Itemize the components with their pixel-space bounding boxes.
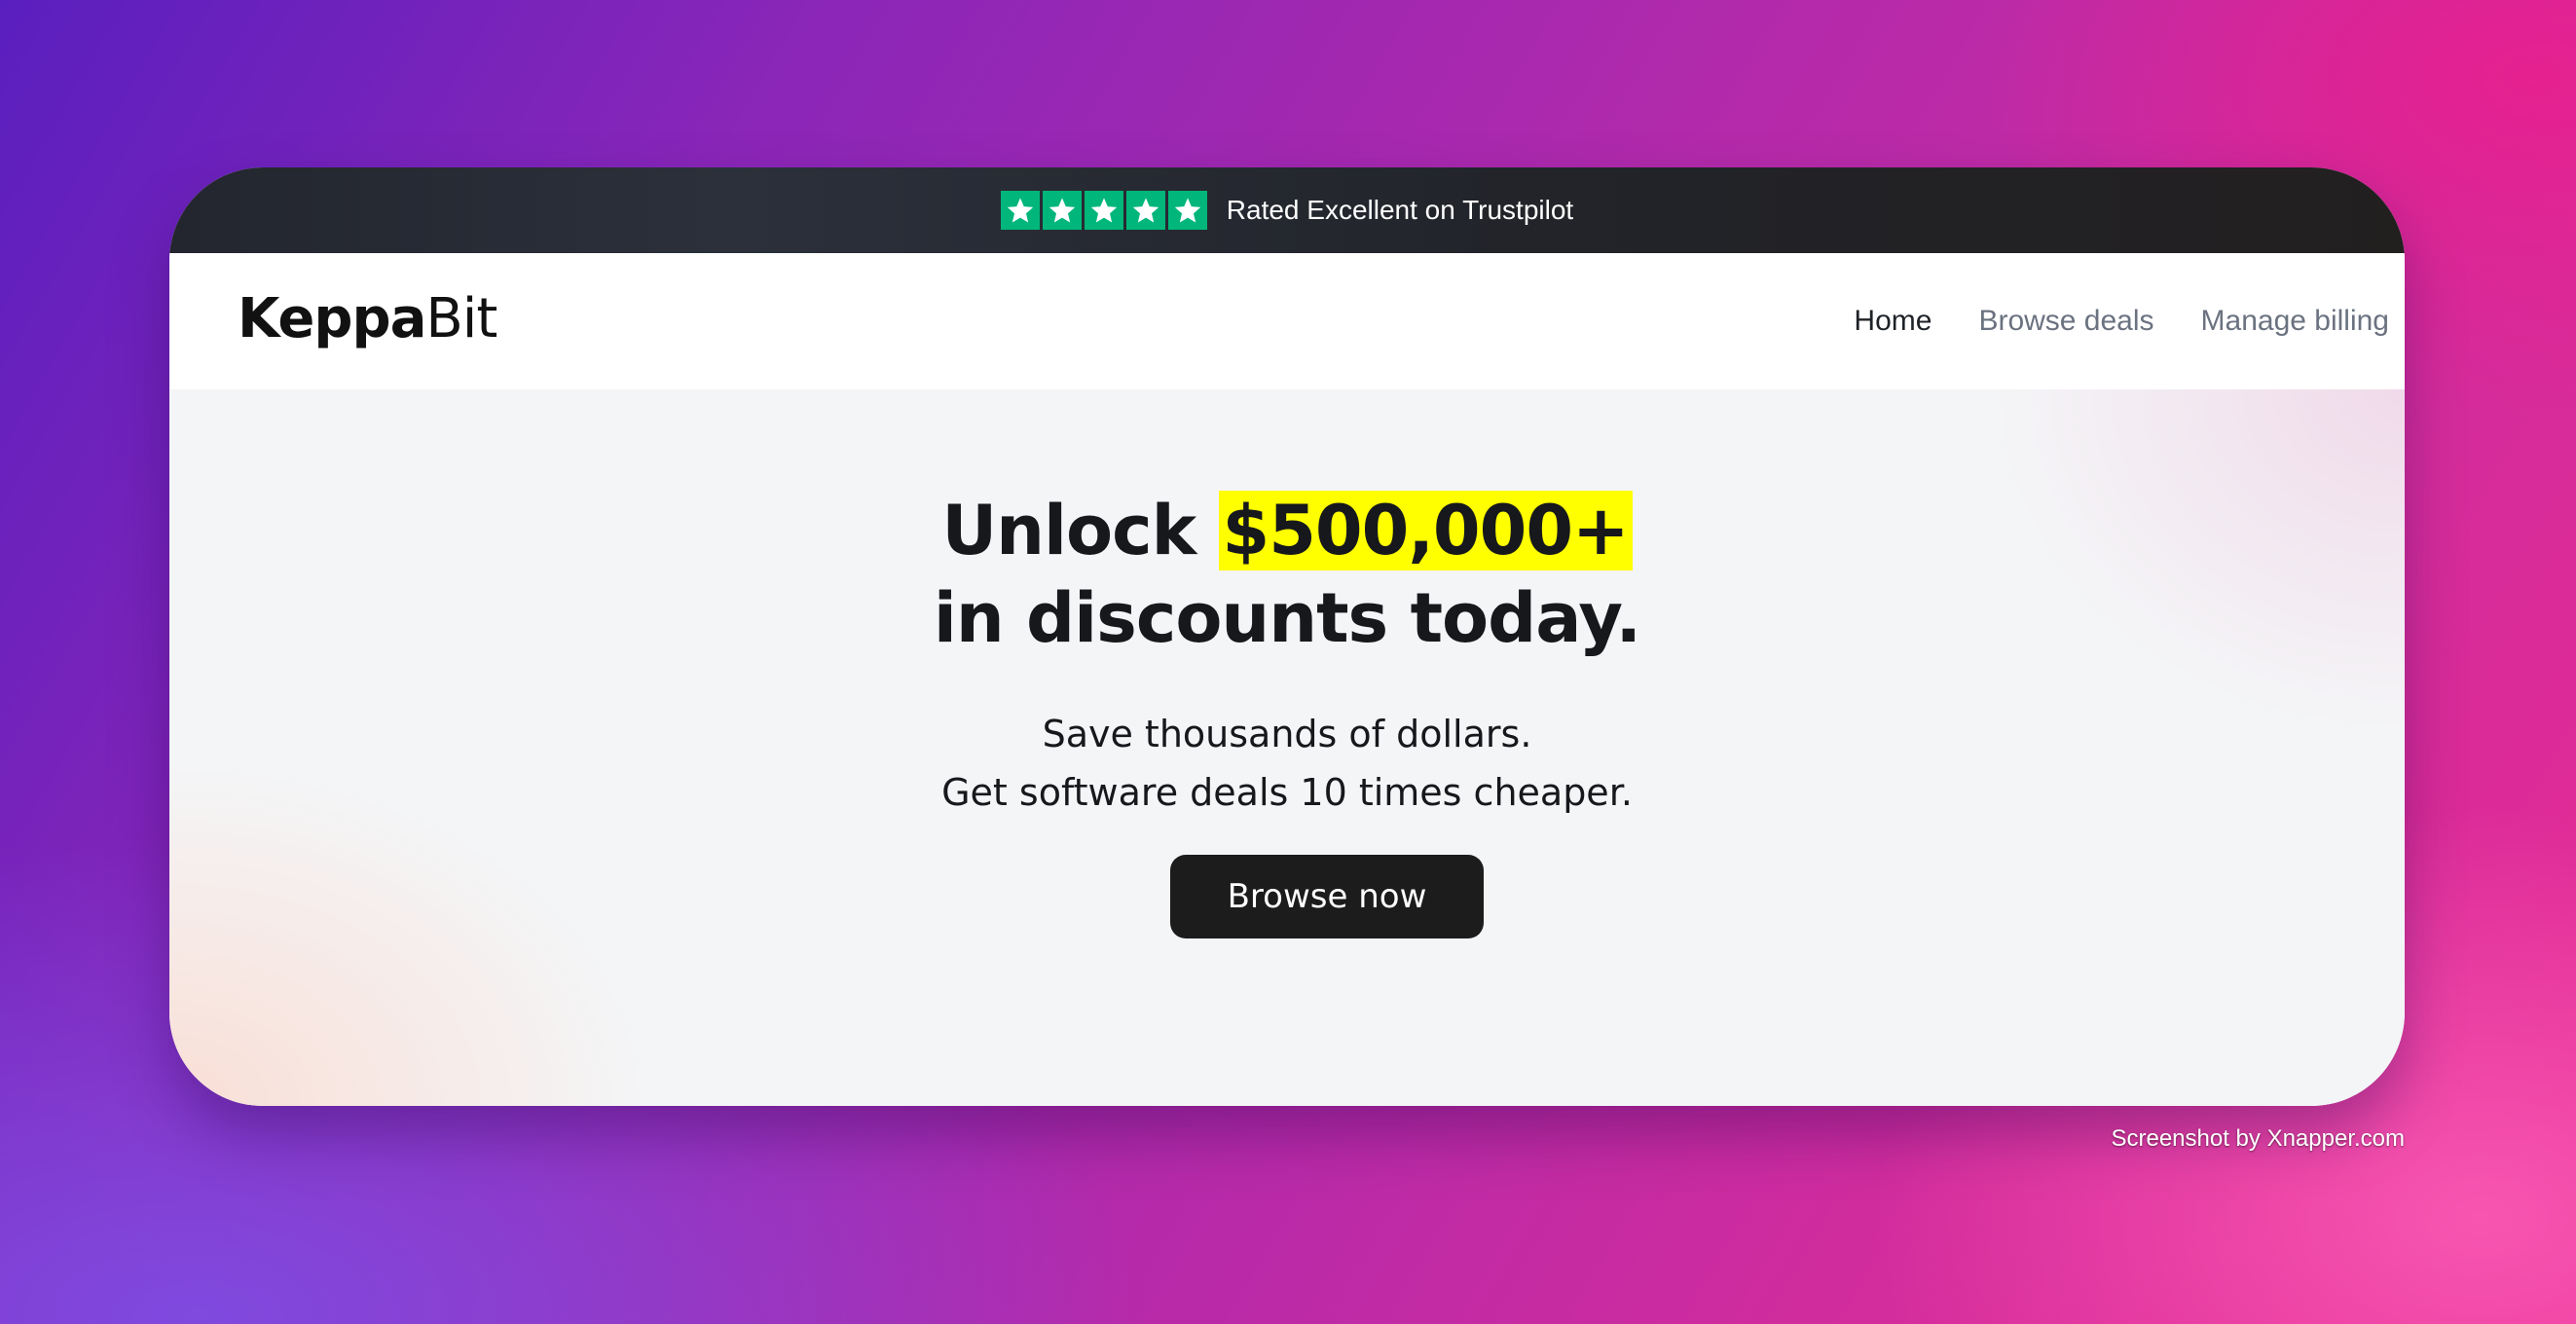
logo-light: Bit bbox=[425, 287, 497, 350]
screenshot-credit: Screenshot by Xnapper.com bbox=[2111, 1125, 2405, 1152]
hero-subtitle: Save thousands of dollars. Get software … bbox=[169, 705, 2405, 822]
nav-browse-deals[interactable]: Browse deals bbox=[1978, 305, 2153, 338]
nav-manage-billing[interactable]: Manage billing bbox=[2201, 305, 2389, 338]
trustpilot-text[interactable]: Rated Excellent on Trustpilot bbox=[1227, 195, 1573, 226]
browser-card: Rated Excellent on Trustpilot KeppaBit H… bbox=[169, 167, 2405, 1106]
star-icon bbox=[1167, 191, 1207, 230]
headline-highlight: $500,000+ bbox=[1218, 491, 1633, 570]
subtitle-line2: Get software deals 10 times cheaper. bbox=[941, 771, 1633, 814]
navbar: KeppaBit Home Browse deals Manage billin… bbox=[169, 253, 2405, 390]
logo-bold: Keppa bbox=[238, 287, 426, 350]
logo[interactable]: KeppaBit bbox=[238, 288, 497, 350]
browse-now-button[interactable]: Browse now bbox=[1170, 855, 1484, 938]
headline-prefix: Unlock bbox=[941, 491, 1219, 570]
hero-headline: Unlock $500,000+ in discounts today. bbox=[169, 487, 2405, 662]
star-icon bbox=[1000, 191, 1040, 230]
star-icon bbox=[1084, 191, 1123, 230]
star-icon bbox=[1042, 191, 1082, 230]
hero-section: Unlock $500,000+ in discounts today. Sav… bbox=[169, 389, 2405, 1106]
headline-line2: in discounts today. bbox=[933, 578, 1641, 658]
star-icon bbox=[1125, 191, 1165, 230]
trustpilot-bar: Rated Excellent on Trustpilot bbox=[169, 167, 2405, 253]
main-nav: Home Browse deals Manage billing bbox=[1854, 253, 2389, 389]
nav-home[interactable]: Home bbox=[1854, 305, 1932, 338]
subtitle-line1: Save thousands of dollars. bbox=[1042, 713, 1532, 755]
trustpilot-stars bbox=[1000, 191, 1207, 230]
